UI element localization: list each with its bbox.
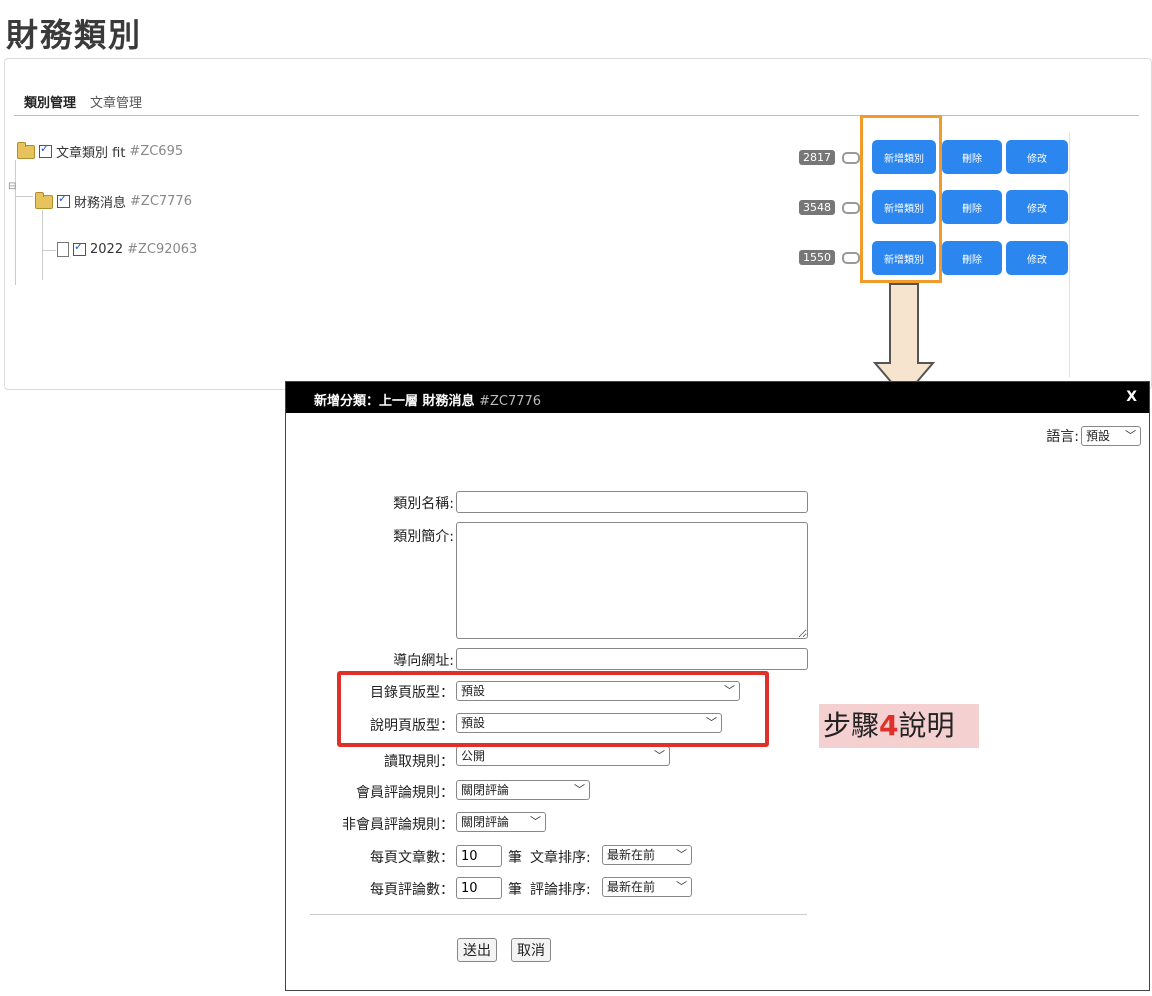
link-icon[interactable]: [842, 202, 860, 214]
tree-node[interactable]: 2022 #ZC92063: [57, 240, 198, 257]
submit-button[interactable]: 送出: [457, 938, 497, 962]
close-icon[interactable]: X: [1126, 389, 1137, 405]
checkbox-icon[interactable]: [57, 192, 70, 208]
category-intro-textarea[interactable]: [456, 522, 808, 639]
count-badge: 2817: [799, 150, 835, 165]
tab-bar: 類別管理 文章管理: [24, 92, 142, 117]
tree-node[interactable]: 文章類別 fit #ZC695: [17, 141, 184, 161]
step-prefix: 步驟: [823, 709, 880, 742]
count-badge: 1550: [799, 250, 835, 265]
articles-per-page-label: 每頁文章數：: [370, 850, 454, 866]
tabs-divider: [14, 115, 1139, 116]
comments-per-page-input[interactable]: [456, 877, 502, 899]
tree-node[interactable]: 財務消息 #ZC7776: [35, 191, 192, 211]
chevron-down-icon: ﹀: [676, 848, 687, 861]
tree-line: [15, 160, 16, 285]
dialog-title: 新增分類：上一層 財務消息 #ZC7776: [314, 390, 541, 409]
delete-button[interactable]: 刪除: [942, 190, 1002, 224]
articles-per-page-input[interactable]: [456, 845, 502, 867]
link-icon[interactable]: [842, 252, 860, 264]
folder-icon: [17, 141, 35, 159]
tree-node-label: 2022: [90, 242, 124, 257]
highlight-box-add-buttons: [860, 115, 942, 283]
chevron-down-icon: ﹀: [574, 783, 585, 796]
comments-per-page-label: 每頁評論數：: [370, 882, 454, 898]
form-divider: [310, 914, 807, 915]
tree-node-code: #ZC7776: [130, 194, 192, 209]
comment-sort-label: 評論排序:: [530, 882, 591, 898]
category-name-input[interactable]: [456, 491, 808, 513]
comment-sort-select[interactable]: 最新在前 ﹀: [602, 877, 692, 897]
chevron-down-icon: ﹀: [676, 880, 687, 893]
language-select-value: 預設: [1086, 429, 1111, 443]
category-name-label: 類別名稱:: [393, 496, 454, 512]
dialog-title-code: #ZC7776: [479, 394, 542, 409]
dialog-header: 新增分類：上一層 財務消息 #ZC7776 X: [286, 382, 1149, 413]
highlight-box-template-fields: [337, 671, 769, 747]
tree-node-label: 文章類別 fit: [56, 146, 126, 161]
edit-button[interactable]: 修改: [1006, 190, 1068, 224]
document-icon: [57, 242, 69, 257]
chevron-down-icon: ﹀: [530, 815, 541, 828]
member-comment-label: 會員評論規則：: [356, 785, 454, 801]
redirect-url-input[interactable]: [456, 648, 808, 670]
tree-node-code: #ZC92063: [127, 242, 198, 257]
step-suffix: 說明: [898, 709, 955, 742]
step-annotation: 步驟4說明: [819, 704, 979, 748]
link-icon[interactable]: [842, 152, 860, 164]
page-title: 財務類別: [6, 16, 143, 54]
member-comment-select[interactable]: 關閉評論 ﹀: [456, 780, 590, 800]
checkbox-icon[interactable]: [73, 240, 86, 256]
guest-comment-value: 關閉評論: [461, 815, 510, 829]
articles-unit: 筆: [508, 850, 522, 866]
category-panel: [4, 58, 1152, 390]
edit-button[interactable]: 修改: [1006, 241, 1068, 275]
tab-article-management[interactable]: 文章管理: [90, 92, 142, 117]
read-rule-select[interactable]: 公開 ﹀: [456, 746, 670, 766]
edit-button[interactable]: 修改: [1006, 140, 1068, 174]
language-selector-row: 語言: 預設 ﹀: [1046, 426, 1141, 446]
checkbox-icon[interactable]: [39, 142, 52, 158]
panel-separator: [1069, 132, 1070, 377]
redirect-url-label: 導向網址:: [393, 653, 454, 669]
read-rule-value: 公開: [461, 749, 486, 763]
article-sort-value: 最新在前: [607, 848, 656, 862]
step-number: 4: [879, 709, 899, 742]
cancel-button[interactable]: 取消: [511, 938, 551, 962]
tree-node-label: 財務消息: [74, 196, 127, 211]
language-select[interactable]: 預設 ﹀: [1081, 426, 1141, 446]
read-rule-label: 讀取規則：: [384, 754, 454, 770]
tree-line: [15, 196, 33, 197]
article-sort-label: 文章排序:: [530, 850, 591, 866]
collapse-icon[interactable]: ⊟: [8, 181, 16, 192]
chevron-down-icon: ﹀: [1125, 429, 1136, 442]
dialog-title-text: 新增分類：上一層 財務消息: [314, 394, 475, 409]
folder-icon: [35, 191, 53, 209]
category-intro-label: 類別簡介:: [393, 529, 454, 545]
tree-node-code: #ZC695: [129, 144, 184, 159]
article-sort-select[interactable]: 最新在前 ﹀: [602, 845, 692, 865]
chevron-down-icon: ﹀: [654, 749, 665, 762]
tree-line: [42, 210, 43, 280]
guest-comment-select[interactable]: 關閉評論 ﹀: [456, 812, 546, 832]
guest-comment-label: 非會員評論規則：: [342, 817, 454, 833]
comment-sort-value: 最新在前: [607, 880, 656, 894]
tree-line: [42, 250, 56, 251]
language-label: 語言:: [1046, 429, 1079, 445]
count-badge: 3548: [799, 200, 835, 215]
member-comment-value: 關閉評論: [461, 783, 510, 797]
comments-unit: 筆: [508, 882, 522, 898]
delete-button[interactable]: 刪除: [942, 241, 1002, 275]
delete-button[interactable]: 刪除: [942, 140, 1002, 174]
tab-category-management[interactable]: 類別管理: [24, 92, 76, 117]
